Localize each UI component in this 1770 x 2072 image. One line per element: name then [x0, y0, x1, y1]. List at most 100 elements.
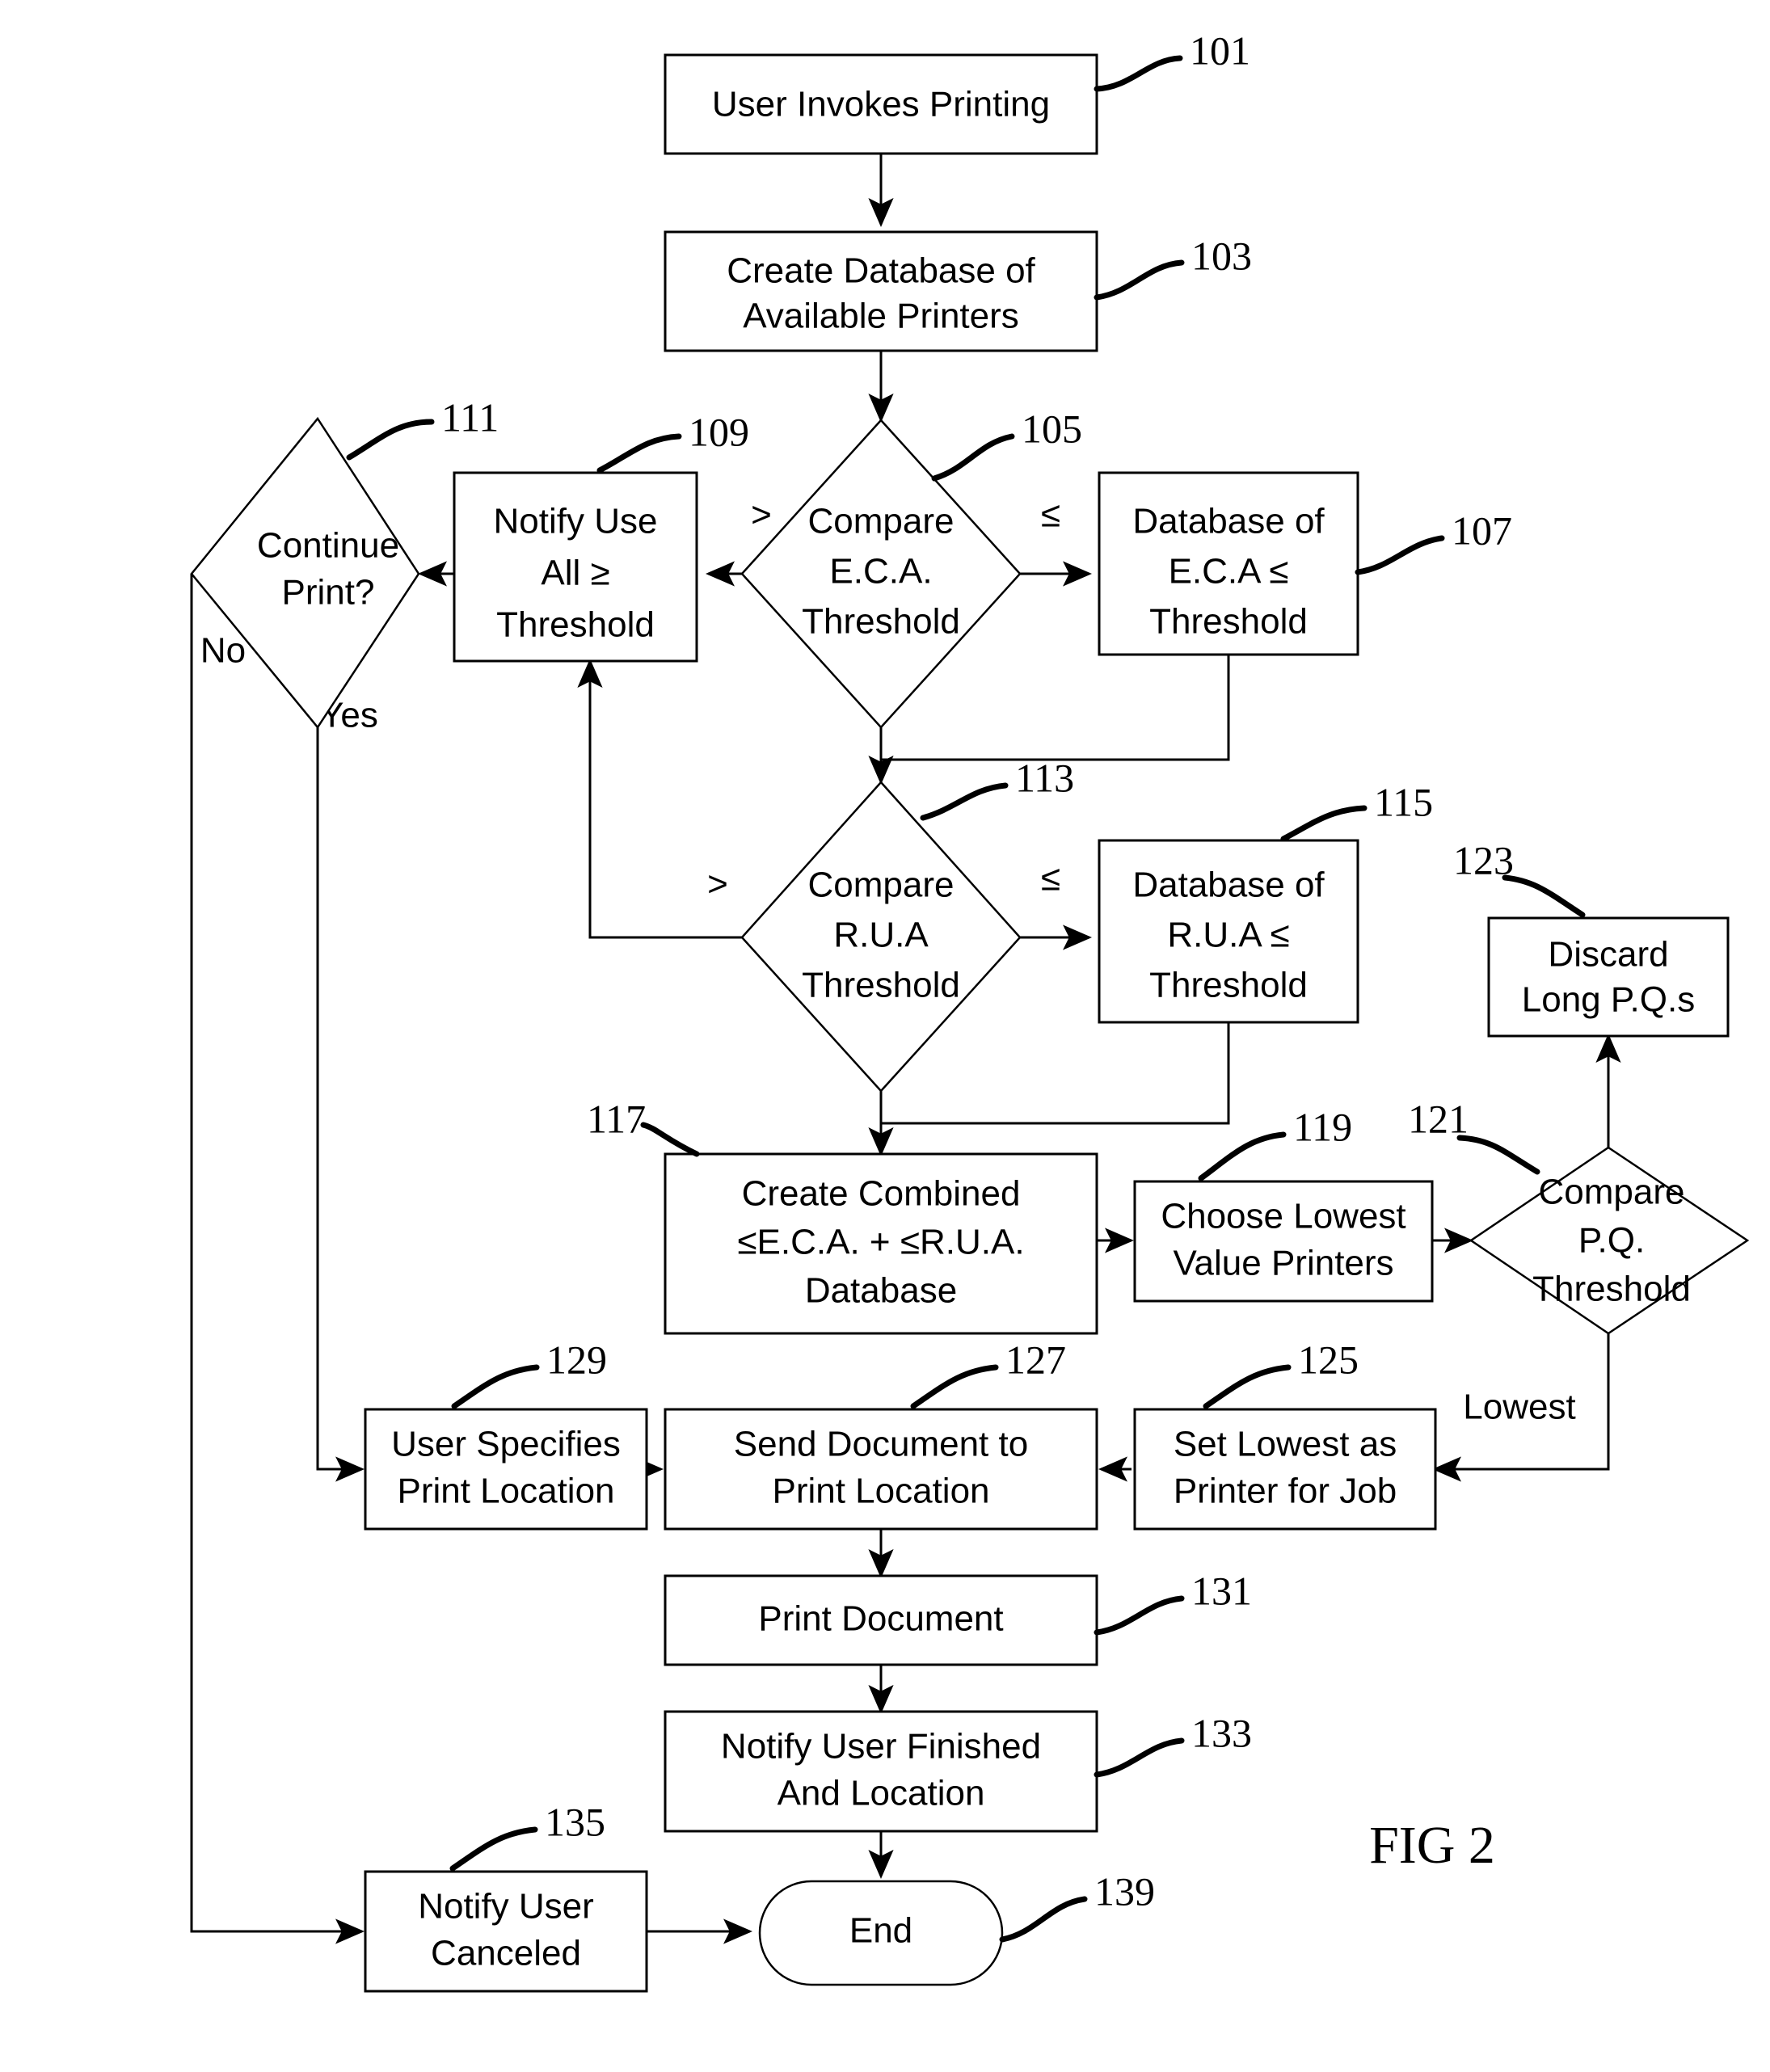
- leader-119: [1198, 1131, 1287, 1181]
- edge-115-to-117-route: [881, 1022, 1230, 1125]
- node-discard-long-pqs[interactable]: Discard Long P.Q.s: [1487, 916, 1730, 1038]
- ref-109: 109: [689, 409, 749, 454]
- node-117-line-1: ≤E.C.A. + ≤R.U.A.: [737, 1223, 1024, 1262]
- node-107-line-2: Threshold: [1149, 602, 1308, 642]
- ref-135: 135: [545, 1799, 605, 1844]
- ref-125: 125: [1298, 1337, 1359, 1382]
- edge-label-eca-greater: >: [751, 495, 772, 535]
- leader-113: [920, 782, 1009, 821]
- node-121-line-2: Threshold: [1532, 1270, 1691, 1309]
- node-101-line-0: User Invokes Printing: [712, 85, 1050, 124]
- node-117-line-0: Create Combined: [742, 1174, 1021, 1214]
- leader-103: [1094, 259, 1185, 301]
- leader-117: [640, 1122, 700, 1157]
- node-125-line-0: Set Lowest as: [1174, 1425, 1397, 1464]
- node-135-line-0: Notify User: [418, 1887, 594, 1927]
- node-107-line-1: E.C.A ≤: [1169, 552, 1289, 592]
- node-105-line-0: Compare: [808, 502, 955, 541]
- node-print-document[interactable]: Print Document: [664, 1574, 1098, 1666]
- node-database-eca-threshold[interactable]: Database of E.C.A ≤ Threshold: [1098, 471, 1359, 656]
- node-103-line-0: Create Database of: [727, 251, 1035, 291]
- ref-117: 117: [587, 1096, 646, 1141]
- node-create-combined-database[interactable]: Create Combined ≤E.C.A. + ≤R.U.A. Databa…: [664, 1152, 1098, 1335]
- node-113-line-1: R.U.A: [833, 916, 929, 955]
- node-109-line-0: Notify Use: [494, 502, 658, 541]
- ref-133: 133: [1191, 1710, 1252, 1755]
- ref-127: 127: [1005, 1337, 1066, 1382]
- ref-139: 139: [1094, 1868, 1155, 1914]
- node-139-line-0: End: [849, 1911, 912, 1951]
- node-set-lowest-printer-for-job[interactable]: Set Lowest as Printer for Job: [1133, 1408, 1437, 1531]
- leader-115: [1280, 805, 1368, 842]
- ref-119: 119: [1293, 1104, 1352, 1149]
- edge-label-continue-no: No: [200, 631, 246, 671]
- node-131-line-0: Print Document: [758, 1599, 1003, 1639]
- node-compare-pq-threshold[interactable]: Compare P.Q. Threshold: [1469, 1146, 1750, 1335]
- ref-107: 107: [1452, 507, 1512, 553]
- node-121-line-1: P.Q.: [1578, 1221, 1645, 1261]
- figure-canvas: > ≤ > ≤ No Yes Lowest User Invokes Print…: [0, 0, 1770, 2072]
- edge-111-no-route: [190, 574, 323, 1933]
- ref-103: 103: [1191, 233, 1252, 278]
- node-notify-use-all-threshold[interactable]: Notify Use All ≥ Threshold: [453, 471, 698, 663]
- leader-125: [1203, 1364, 1292, 1409]
- ref-101: 101: [1190, 27, 1250, 73]
- node-database-rua-threshold[interactable]: Database of R.U.A ≤ Threshold: [1098, 839, 1359, 1024]
- ref-115: 115: [1374, 779, 1433, 824]
- ref-105: 105: [1022, 406, 1082, 451]
- node-115-line-0: Database of: [1132, 865, 1325, 905]
- node-115-line-2: Threshold: [1149, 966, 1308, 1005]
- node-135-line-1: Canceled: [431, 1934, 581, 1973]
- node-113-line-0: Compare: [808, 865, 955, 905]
- node-notify-user-canceled[interactable]: Notify User Canceled: [364, 1870, 648, 1993]
- leader-129: [451, 1364, 540, 1409]
- node-111-line-1: Print?: [282, 573, 375, 613]
- node-user-invokes-printing[interactable]: User Invokes Printing: [664, 53, 1098, 155]
- node-127-line-1: Print Location: [772, 1472, 989, 1511]
- leader-135: [449, 1826, 538, 1872]
- leader-111: [346, 419, 435, 461]
- node-send-document-print-location[interactable]: Send Document to Print Location: [664, 1408, 1098, 1531]
- node-117-line-2: Database: [805, 1271, 957, 1311]
- node-123-line-0: Discard: [1548, 935, 1668, 975]
- figure-label: FIG 2: [1369, 1816, 1495, 1875]
- edge-label-pq-lowest: Lowest: [1463, 1388, 1575, 1427]
- node-compare-eca-threshold[interactable]: Compare E.C.A. Threshold: [740, 419, 1022, 729]
- edge-label-eca-lesser: ≤: [1041, 495, 1060, 535]
- node-109-line-2: Threshold: [496, 605, 655, 645]
- leader-123: [1502, 874, 1586, 918]
- node-choose-lowest-value-printers[interactable]: Choose Lowest Value Printers: [1133, 1180, 1434, 1303]
- node-compare-rua-threshold[interactable]: Compare R.U.A Threshold: [740, 781, 1022, 1093]
- node-113-line-2: Threshold: [802, 966, 960, 1005]
- node-user-specifies-print-location[interactable]: User Specifies Print Location: [364, 1408, 648, 1531]
- node-create-database-available-printers[interactable]: Create Database of Available Printers: [664, 230, 1098, 352]
- leader-107: [1355, 535, 1445, 575]
- ref-113: 113: [1015, 755, 1074, 800]
- node-129-line-1: Print Location: [397, 1472, 614, 1511]
- edge-111-yes-route: [316, 646, 348, 1471]
- leader-109: [596, 433, 682, 474]
- node-133-line-1: And Location: [778, 1774, 985, 1813]
- leader-127: [910, 1364, 999, 1409]
- edge-label-rua-lesser: ≤: [1041, 859, 1060, 899]
- node-103-line-1: Available Printers: [743, 297, 1019, 336]
- node-129-line-0: User Specifies: [391, 1425, 621, 1464]
- leader-105: [931, 433, 1015, 482]
- leader-131: [1094, 1595, 1185, 1636]
- node-127-line-0: Send Document to: [734, 1425, 1028, 1464]
- node-119-line-1: Value Printers: [1173, 1244, 1393, 1283]
- ref-121: 121: [1408, 1096, 1469, 1141]
- node-115-line-1: R.U.A ≤: [1167, 916, 1289, 955]
- node-107-line-0: Database of: [1132, 502, 1325, 541]
- node-119-line-0: Choose Lowest: [1161, 1197, 1405, 1236]
- ref-111: 111: [441, 394, 499, 440]
- ref-131: 131: [1191, 1568, 1252, 1613]
- node-continue-print-decision[interactable]: Continue Print?: [190, 416, 420, 730]
- node-105-line-1: E.C.A.: [829, 552, 932, 592]
- node-125-line-1: Printer for Job: [1174, 1472, 1397, 1511]
- node-111-line-0: Continue: [257, 526, 399, 566]
- leader-121: [1456, 1135, 1540, 1175]
- node-121-line-0: Compare: [1539, 1173, 1685, 1212]
- node-end-terminal[interactable]: End: [758, 1880, 1004, 1986]
- node-notify-user-finished-location[interactable]: Notify User Finished And Location: [664, 1710, 1098, 1833]
